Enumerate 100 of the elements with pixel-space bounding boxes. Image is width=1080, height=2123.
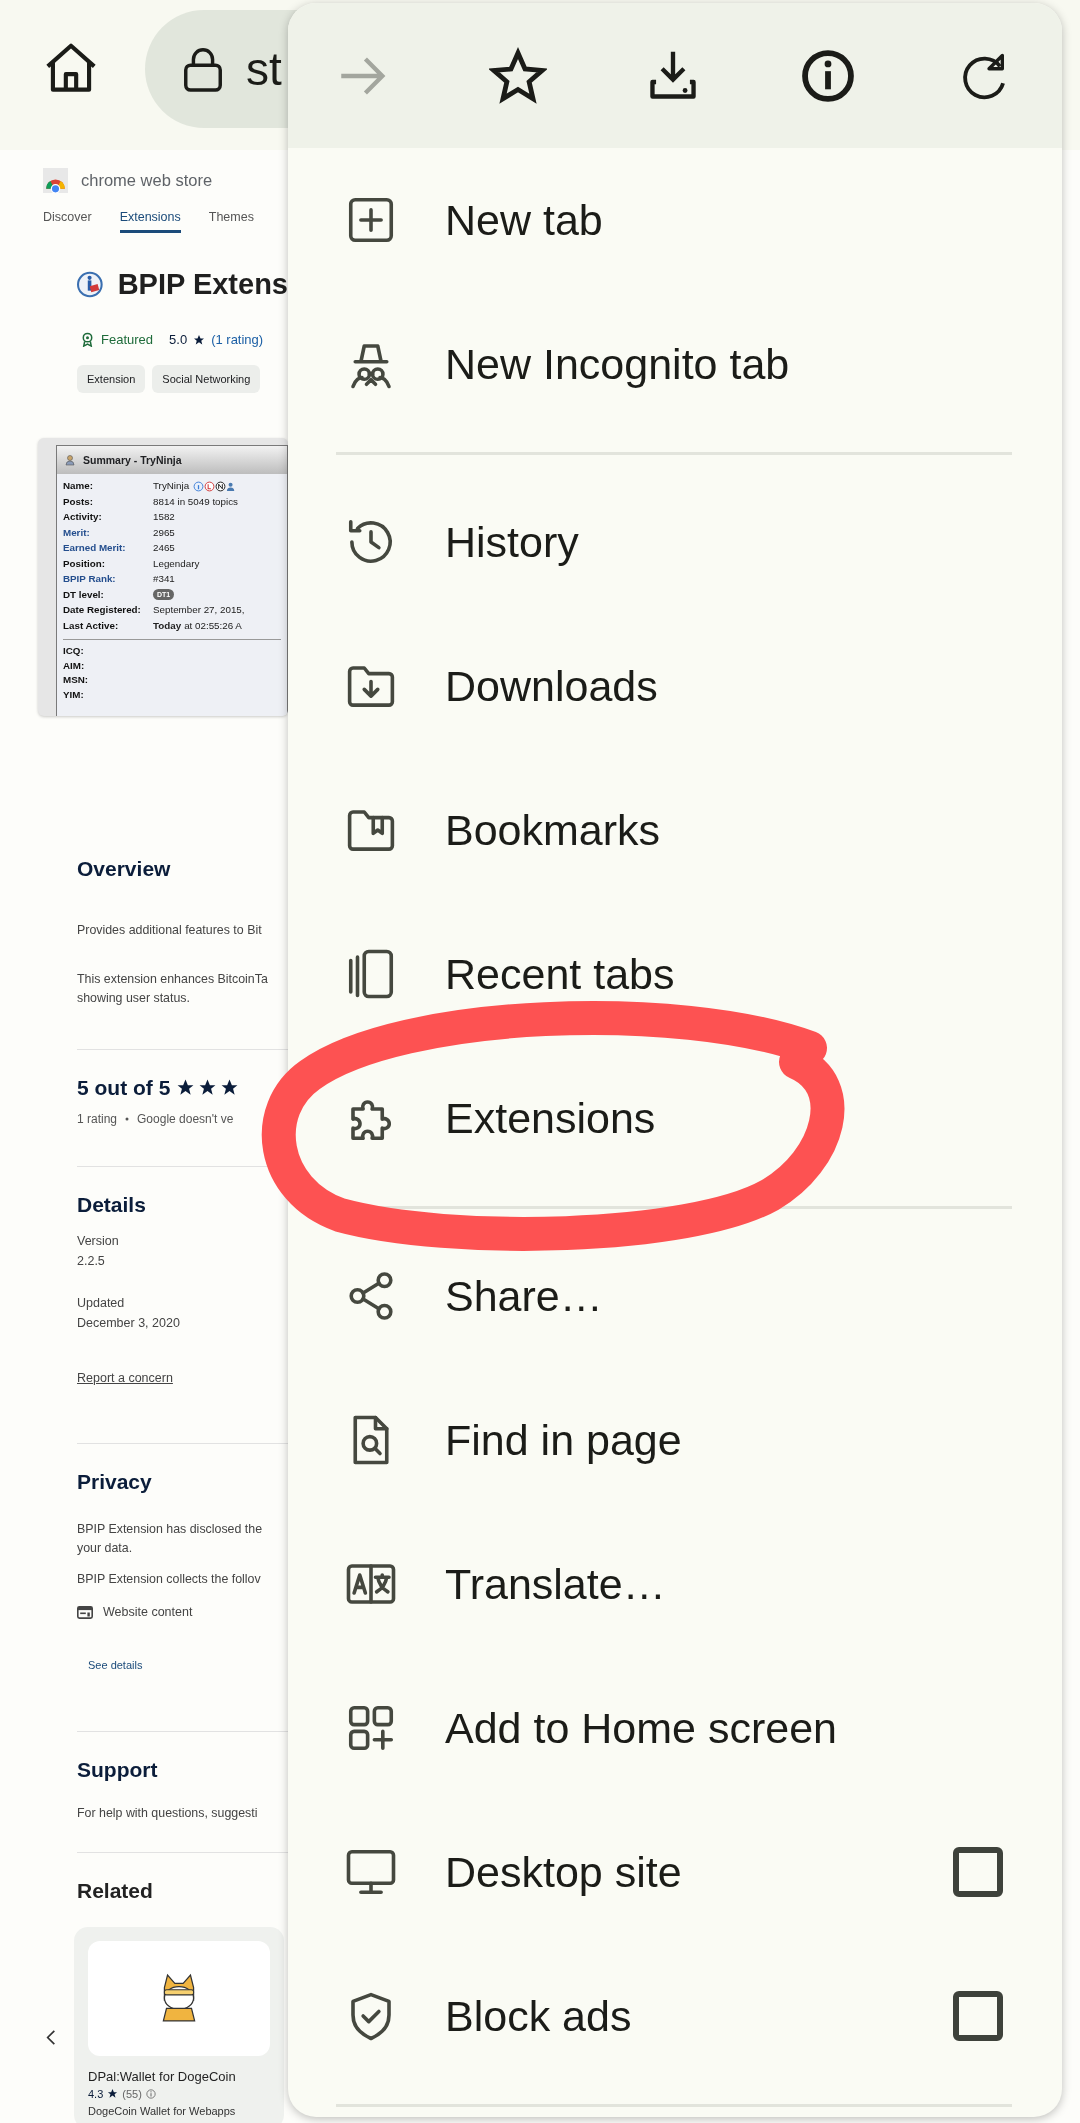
menu-label: Downloads: [445, 661, 659, 711]
menu-item[interactable]: Block ads: [288, 1944, 1062, 2088]
menu-label: Add to Home screen: [445, 1703, 838, 1753]
menu-label: Block ads: [445, 1991, 633, 2041]
field-label: MSN:: [63, 673, 90, 687]
rating-heading: 5 out of 5: [77, 1075, 171, 1100]
app-name: DPal:Wallet for DogeCoin: [88, 2068, 237, 2084]
data-item: Website content: [103, 1605, 193, 1620]
support-text: For help with questions, suggesti: [77, 1805, 259, 1823]
section-heading: Related: [77, 1878, 154, 1903]
star-icon: [176, 1078, 196, 1098]
field-label[interactable]: Earned Merit:: [63, 541, 153, 556]
store-tab[interactable]: Extensions: [119, 210, 181, 233]
field-label: Name:: [63, 479, 94, 493]
section-heading: Details: [77, 1192, 147, 1217]
store-tab[interactable]: Discover: [43, 210, 92, 233]
user-icon: [65, 454, 77, 466]
menu-item[interactable]: New tab: [288, 148, 1062, 292]
field-value: 8814 in 5049 topics: [153, 494, 239, 509]
menu-label: Extensions: [445, 1093, 657, 1143]
section-heading: Overview: [77, 857, 172, 881]
menu-label: Share…: [445, 1271, 604, 1321]
detail-value: December 3, 2020: [77, 1314, 181, 1332]
menu-label: History: [445, 517, 580, 567]
field-value: TryNinja: [153, 479, 190, 493]
field-label: Posts:: [63, 494, 94, 509]
field-value: September 27, 2015,: [153, 603, 246, 617]
field-value: #341: [153, 572, 176, 586]
store-logo-icon: [43, 168, 68, 193]
web-content-icon: [77, 1605, 93, 1619]
field-value: Legendary: [153, 556, 201, 571]
menu-label: Bookmarks: [445, 805, 662, 855]
detail-label: Version: [77, 1232, 120, 1250]
section-heading: Privacy: [77, 1469, 153, 1494]
review-disclaimer: Google doesn't ve: [137, 1111, 234, 1126]
menu-item[interactable]: New Incognito tab: [288, 292, 1062, 436]
menu-label: Translate…: [445, 1559, 667, 1609]
extension-title: BPIP Extens: [117, 268, 288, 301]
field-value: 2965: [153, 525, 176, 540]
menu-item[interactable]: Translate…: [288, 1512, 1062, 1656]
section-heading: Support: [77, 1758, 159, 1783]
field-label[interactable]: BPIP Rank:: [63, 572, 153, 587]
menu-item[interactable]: Add to Home screen: [288, 1656, 1062, 1800]
award-icon: [80, 332, 95, 347]
category-chip[interactable]: Extension: [77, 365, 146, 393]
star-icon: [107, 2088, 119, 2100]
rating-count: 1 rating: [77, 1111, 118, 1126]
menu-item[interactable]: Downloads: [288, 614, 1062, 758]
field-label: ICQ:: [63, 644, 85, 658]
checkbox[interactable]: [953, 1847, 1003, 1897]
app-rating: 4.3: [88, 2087, 104, 2100]
menu-item[interactable]: Bookmarks: [288, 758, 1062, 902]
field-label: Last Active:: [63, 618, 120, 633]
menu-item[interactable]: Share…: [288, 1224, 1062, 1368]
field-label: AIM:: [63, 658, 86, 673]
field-label: Date Registered:: [63, 603, 142, 617]
menu-item[interactable]: Desktop site: [288, 1800, 1062, 1944]
field-label[interactable]: Merit:: [63, 525, 153, 540]
field-value: 1582: [153, 510, 176, 524]
dot-icon: [125, 1116, 130, 1121]
category-chip[interactable]: Social Networking: [152, 365, 261, 393]
privacy-text: BPIP Extension has disclosed the your data.: [77, 1520, 264, 1557]
checkbox[interactable]: [953, 1991, 1003, 2041]
overview-text: This extension enhances BitcoinTa showing user status.: [77, 971, 269, 1008]
menu-item[interactable]: Recent tabs: [288, 902, 1062, 1046]
see-details-link[interactable]: See details: [88, 1659, 143, 1672]
app-description: DogeCoin Wallet for Webapps: [88, 2104, 237, 2117]
rating-value: 5.0: [169, 332, 188, 347]
report-link[interactable]: Report a concern: [77, 1370, 173, 1385]
menu-label: Recent tabs: [445, 949, 676, 999]
field-value: Today at 02:55:26 A: [153, 618, 243, 633]
menu-label: New tab: [445, 195, 604, 245]
star-icon: [220, 1078, 240, 1098]
field-label: YIM:: [63, 687, 85, 702]
related-card[interactable]: DPal:Wallet for DogeCoin 4.3 (55) DogeCoin Wallet for Webapps: [74, 1926, 284, 2123]
url-text: st: [246, 42, 282, 96]
review-count: (55): [122, 2087, 142, 2100]
menu-item[interactable]: Extensions: [288, 1046, 1062, 1190]
star-icon: [193, 333, 206, 346]
store-name: chrome web store: [81, 171, 213, 190]
menu-label: New Incognito tab: [445, 339, 791, 389]
panel-title: Summary - TryNinja: [83, 454, 182, 466]
field-value: 2465: [153, 541, 176, 555]
overview-text: Provides additional features to Bit: [77, 922, 263, 939]
rating-count-link[interactable]: (1 rating): [211, 332, 264, 347]
menu-label: Find in page: [445, 1415, 683, 1465]
store-tab[interactable]: Themes: [208, 210, 254, 233]
star-icon: [198, 1078, 218, 1098]
detail-value: 2.2.5: [77, 1252, 106, 1270]
star-icon[interactable]: [489, 46, 547, 105]
detail-label: Updated: [77, 1294, 126, 1312]
chevron-left-icon[interactable]: [46, 2029, 56, 2047]
featured-label: Featured: [101, 332, 154, 347]
field-label: Position:: [63, 556, 106, 571]
privacy-text: BPIP Extension collects the follov: [77, 1571, 262, 1589]
menu-item[interactable]: Find in page: [288, 1368, 1062, 1512]
field-label: DT level:: [63, 587, 105, 602]
field-label: Activity:: [63, 510, 103, 524]
menu-label: Desktop site: [445, 1847, 683, 1897]
menu-item[interactable]: History: [288, 470, 1062, 614]
